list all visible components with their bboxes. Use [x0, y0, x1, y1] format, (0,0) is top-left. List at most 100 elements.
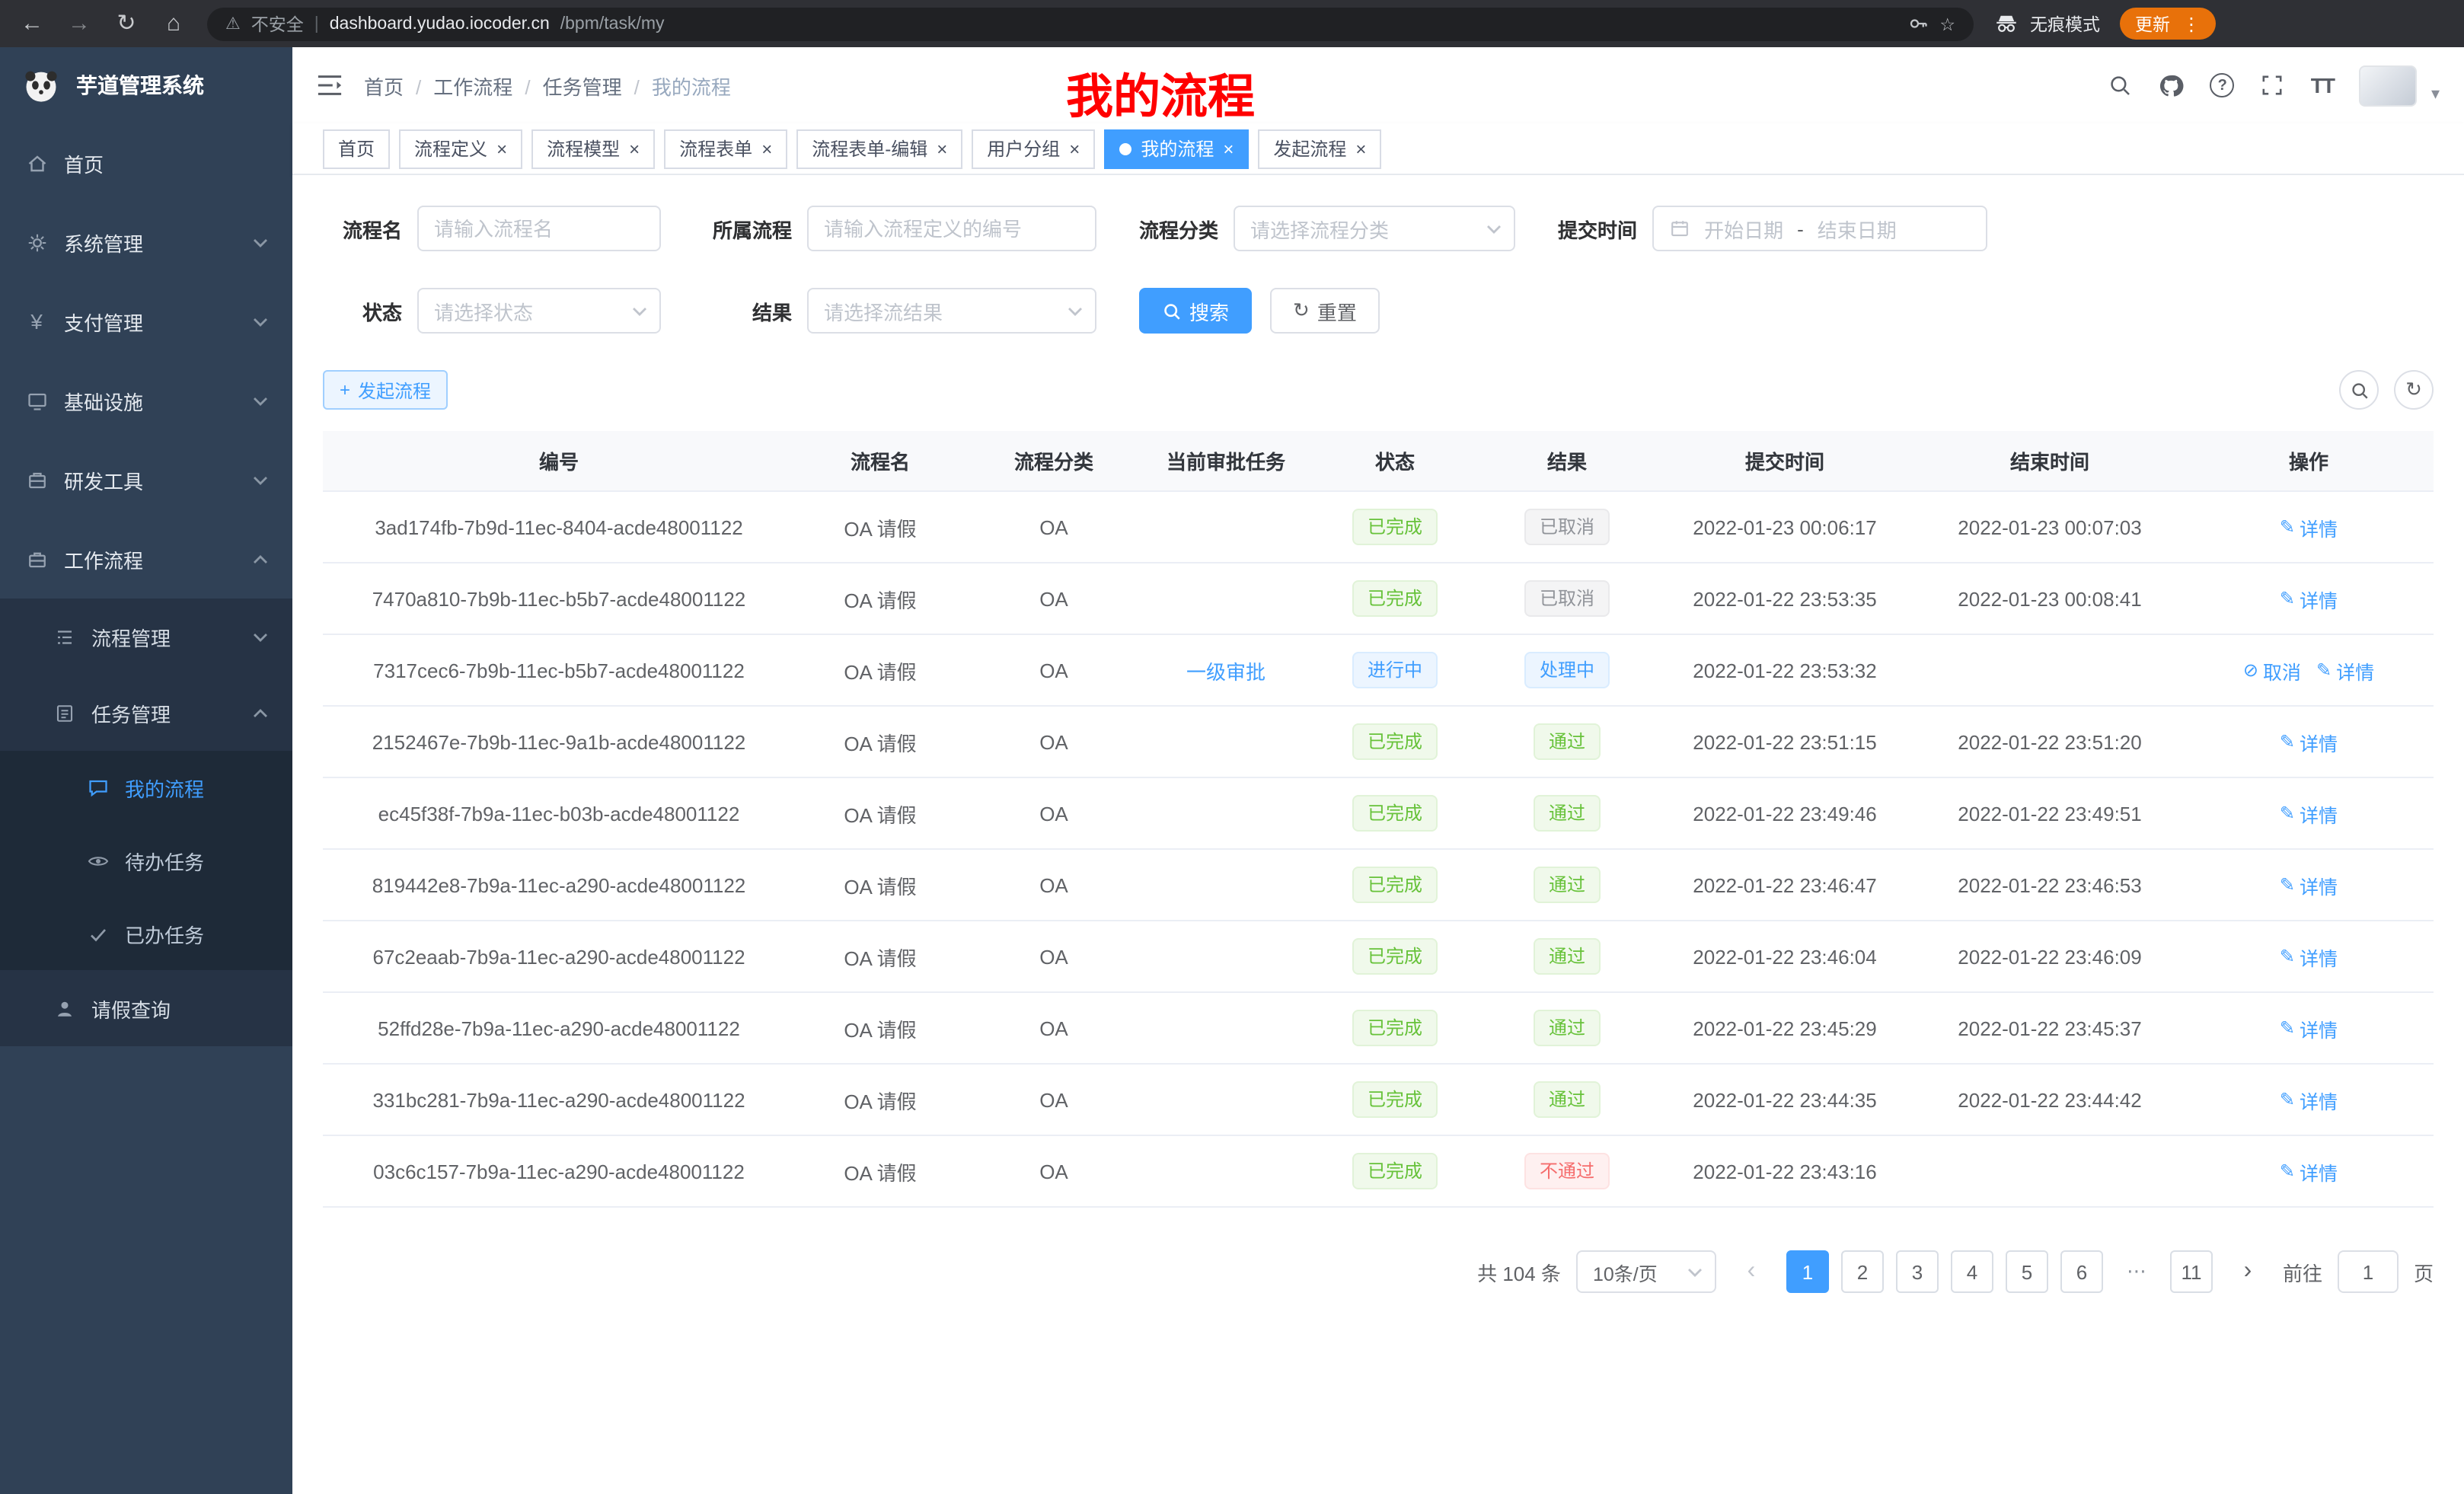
start-process-button[interactable]: + 发起流程 [323, 370, 448, 410]
detail-link[interactable]: ✎ 详情 [2280, 584, 2338, 613]
current-task-link[interactable]: 一级审批 [1186, 660, 1266, 683]
view-tab[interactable]: 流程定义 × [399, 129, 522, 168]
close-icon[interactable]: × [1223, 139, 1234, 158]
detail-link[interactable]: ✎ 详情 [2280, 942, 2338, 971]
sidebar-item-home[interactable]: 首页 [0, 123, 292, 203]
goto-prefix: 前往 [2283, 1257, 2322, 1286]
sidebar-item-todo-tasks[interactable]: 待办任务 [0, 824, 292, 897]
fullscreen-icon[interactable] [2261, 73, 2285, 97]
page-button[interactable]: 2 [1841, 1250, 1884, 1293]
process-name-label: 流程名 [323, 214, 402, 243]
browser-update-button[interactable]: 更新 ⋮ [2120, 8, 2216, 40]
view-tab[interactable]: 流程模型 × [531, 129, 655, 168]
page-button[interactable]: 11 [2170, 1250, 2213, 1293]
browser-back-icon[interactable]: ← [18, 12, 46, 35]
browser-forward-icon[interactable]: → [65, 12, 93, 35]
show-search-button[interactable] [2339, 370, 2379, 410]
cell-process-name: OA 请假 [795, 799, 965, 828]
sidebar-item-done-tasks[interactable]: 已办任务 [0, 897, 292, 970]
date-range-picker[interactable]: 开始日期 - 结束日期 [1652, 206, 1987, 251]
browser-refresh-icon[interactable]: ↻ [113, 12, 140, 35]
page-button[interactable]: 4 [1951, 1250, 1993, 1293]
view-tab[interactable]: 流程表单-编辑 × [796, 129, 962, 168]
process-def-input[interactable] [807, 206, 1096, 251]
next-page-button[interactable]: › [2228, 1250, 2268, 1293]
page-button[interactable]: ⋯ [2115, 1250, 2158, 1293]
security-label[interactable]: 不安全 [251, 11, 304, 36]
view-tab[interactable]: 发起流程 × [1258, 129, 1381, 168]
chevron-down-icon [253, 237, 268, 247]
breadcrumb-item[interactable]: 首页 [364, 71, 433, 100]
view-tab[interactable]: 用户分组 × [972, 129, 1095, 168]
detail-link[interactable]: ✎ 详情 [2280, 870, 2338, 899]
help-icon[interactable]: ? [2210, 73, 2235, 97]
page-button[interactable]: 6 [2060, 1250, 2103, 1293]
github-icon[interactable] [2159, 72, 2185, 98]
detail-link[interactable]: ✎ 详情 [2280, 512, 2338, 541]
breadcrumb-item[interactable]: 工作流程 [433, 71, 542, 100]
browser-menu-icon[interactable]: ⋮ [2182, 13, 2201, 34]
sidebar-item-workflow[interactable]: 工作流程 [0, 519, 292, 599]
cell-submit-time: 2022-01-22 23:44:35 [1654, 1088, 1916, 1111]
view-tab[interactable]: 首页 × [323, 129, 390, 168]
cancel-link[interactable]: ⊘ 取消 [2243, 656, 2301, 685]
column-header: 状态 [1310, 446, 1480, 475]
sidebar-item-system[interactable]: 系统管理 [0, 203, 292, 282]
prev-page-button[interactable]: ‹ [1732, 1250, 1771, 1293]
goto-suffix: 页 [2414, 1257, 2434, 1286]
detail-link[interactable]: ✎ 详情 [2316, 656, 2374, 685]
refresh-table-button[interactable]: ↻ [2394, 370, 2434, 410]
page-button[interactable]: 1 [1786, 1250, 1829, 1293]
result-select[interactable]: 请选择流结果 [807, 288, 1096, 334]
table-row: 331bc281-7b9a-11ec-a290-acde48001122 OA … [323, 1065, 2434, 1136]
caret-down-icon[interactable]: ▾ [2431, 83, 2440, 106]
sidebar-item-leave-query[interactable]: 请假查询 [0, 970, 292, 1046]
sidebar-item-devtools[interactable]: 研发工具 [0, 440, 292, 519]
chevron-up-icon [253, 707, 268, 718]
bookmark-star-icon[interactable]: ☆ [1939, 13, 1955, 34]
reset-button[interactable]: ↻ 重置 [1270, 288, 1380, 334]
column-header: 操作 [2184, 446, 2434, 475]
search-button[interactable]: 搜索 [1139, 288, 1252, 334]
incognito-label: 无痕模式 [2030, 11, 2100, 36]
browser-home-icon[interactable]: ⌂ [160, 12, 187, 35]
close-icon[interactable]: × [629, 139, 640, 158]
process-name-input[interactable] [417, 206, 661, 251]
font-size-icon[interactable]: TT [2311, 73, 2334, 97]
view-tab[interactable]: 流程表单 × [664, 129, 787, 168]
sidebar-item-infrastructure[interactable]: 基础设施 [0, 361, 292, 440]
breadcrumb-item[interactable]: 任务管理 [543, 71, 652, 100]
close-icon[interactable]: × [761, 139, 772, 158]
sidebar-item-my-processes[interactable]: 我的流程 [0, 751, 292, 824]
result-tag: 通过 [1534, 867, 1601, 903]
detail-link[interactable]: ✎ 详情 [2280, 1014, 2338, 1042]
cell-submit-time: 2022-01-22 23:46:04 [1654, 945, 1916, 968]
goto-page-input[interactable] [2338, 1250, 2399, 1293]
cell-submit-time: 2022-01-23 00:06:17 [1654, 516, 1916, 538]
detail-link[interactable]: ✎ 详情 [2280, 727, 2338, 756]
search-icon[interactable] [2108, 73, 2133, 97]
sidebar-item-task-management[interactable]: 任务管理 [0, 675, 292, 751]
sidebar-item-process-management[interactable]: 流程管理 [0, 599, 292, 675]
menu-fold-icon[interactable] [317, 75, 343, 96]
detail-link[interactable]: ✎ 详情 [2280, 799, 2338, 828]
password-key-icon[interactable] [1906, 12, 1929, 35]
sidebar-item-payment[interactable]: ¥ 支付管理 [0, 282, 292, 361]
detail-link[interactable]: ✎ 详情 [2280, 1085, 2338, 1114]
close-icon[interactable]: × [937, 139, 947, 158]
close-icon[interactable]: × [1355, 139, 1366, 158]
status-select[interactable]: 请选择状态 [417, 288, 661, 334]
view-tab[interactable]: 我的流程 × [1104, 129, 1249, 168]
cancel-icon: ⊘ [2243, 659, 2258, 681]
page-button[interactable]: 3 [1896, 1250, 1939, 1293]
category-select[interactable]: 请选择流程分类 [1234, 206, 1515, 251]
page-button[interactable]: 5 [2006, 1250, 2048, 1293]
address-bar[interactable]: ⚠ 不安全 | dashboard.yudao.iocoder.cn/bpm/t… [207, 7, 1974, 40]
breadcrumb-item[interactable]: 我的流程 [652, 71, 731, 100]
close-icon[interactable]: × [1069, 139, 1080, 158]
detail-link[interactable]: ✎ 详情 [2280, 1157, 2338, 1186]
pagination: 共 104 条 10条/页 ‹ 1 2 3 [323, 1250, 2434, 1293]
page-size-select[interactable]: 10条/页 [1576, 1250, 1716, 1293]
avatar[interactable] [2360, 65, 2418, 106]
close-icon[interactable]: × [496, 139, 507, 158]
